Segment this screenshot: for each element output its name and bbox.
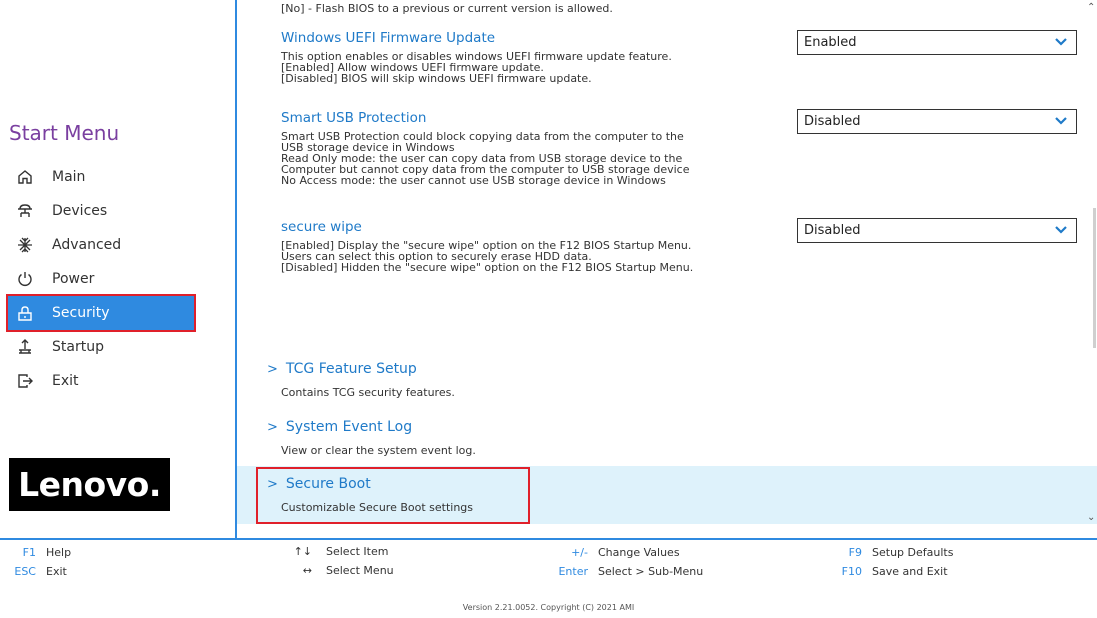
sidebar-item-label: Advanced <box>52 237 122 253</box>
footer-key-help: F1 Help <box>0 546 71 559</box>
devices-icon <box>8 202 42 220</box>
lenovo-logo: Lenovo. <box>9 458 170 511</box>
setting-smart-usb-protection: Smart USB Protection Smart USB Protectio… <box>281 110 689 186</box>
key-desc: Help <box>46 546 72 559</box>
sidebar-item-main[interactable]: Main <box>8 160 194 194</box>
leftright-arrow-icon: ↔ <box>302 564 312 577</box>
version-text: Version 2.21.0052. Copyright (C) 2021 AM… <box>462 603 635 612</box>
key-label: ESC <box>14 565 36 578</box>
key-label: F1 <box>22 546 36 559</box>
secure-boot-highlight-box <box>256 467 530 524</box>
sidebar-item-advanced[interactable]: Advanced <box>8 228 194 262</box>
footer-key-save-exit: F10 Save and Exit <box>810 565 948 578</box>
submenu-title: System Event Log <box>285 419 413 435</box>
submenu-system-event-log[interactable]: > System Event Log View or clear the syst… <box>267 419 476 457</box>
select-value: Disabled <box>804 114 861 129</box>
key-desc: Exit <box>46 565 67 578</box>
key-desc: Select Item <box>326 545 389 558</box>
smart-usb-protection-select[interactable]: Disabled <box>797 109 1077 134</box>
lock-icon <box>8 304 42 322</box>
footer-key-exit: ESC Exit <box>0 565 67 578</box>
setting-title: secure wipe <box>281 219 362 235</box>
sidebar-item-label: Devices <box>52 203 108 219</box>
key-label: F10 <box>841 565 862 578</box>
footer-key-setup-defaults: F9 Setup Defaults <box>810 546 954 559</box>
setting-description: Smart USB Protection could block copying… <box>281 131 689 186</box>
chevron-right-icon: > <box>267 361 278 377</box>
key-desc: Setup Defaults <box>872 546 954 559</box>
select-value: Disabled <box>804 223 861 238</box>
footer-key-change-values: +/- Change Values <box>540 546 680 559</box>
chevron-right-icon: > <box>267 419 278 435</box>
clipped-description: [No] - Flash BIOS to a previous or curre… <box>281 2 613 15</box>
select-value: Enabled <box>804 35 857 50</box>
setting-title: Smart USB Protection <box>281 110 427 126</box>
submenu-title: TCG Feature Setup <box>285 361 417 377</box>
scrollbar-thumb[interactable] <box>1093 208 1096 348</box>
startup-icon <box>8 338 42 356</box>
submenu-description: Contains TCG security features. <box>281 386 455 399</box>
footer-key-select-item: ↑↓ Select Item <box>270 545 389 558</box>
desc-line: [Disabled] BIOS will skip windows UEFI f… <box>281 72 592 85</box>
windows-uefi-update-select[interactable]: Enabled <box>797 30 1077 55</box>
sidebar-item-devices[interactable]: Devices <box>8 194 194 228</box>
setting-description: This option enables or disables windows … <box>281 51 672 84</box>
sidebar-item-security[interactable]: Security <box>6 294 196 332</box>
desc-line: [Disabled] Hidden the "secure wipe" opti… <box>281 261 694 274</box>
footer-key-enter: Enter Select > Sub-Menu <box>540 565 703 578</box>
start-menu-title: Start Menu <box>9 121 120 145</box>
sidebar-item-exit[interactable]: Exit <box>8 364 194 398</box>
chevron-down-icon <box>1055 226 1067 234</box>
key-label: F9 <box>848 546 862 559</box>
desc-line: No Access mode: the user cannot use USB … <box>281 174 666 187</box>
setting-title: Windows UEFI Firmware Update <box>281 30 496 46</box>
home-icon <box>8 168 42 186</box>
footer-keybar: F1 Help ESC Exit ↑↓ Select Item ↔ Select Men… <box>0 540 1097 618</box>
settings-panel: [No] - Flash BIOS to a previous or curre… <box>237 0 1097 530</box>
key-desc: Select Menu <box>326 564 394 577</box>
sidebar-item-power[interactable]: Power <box>8 262 194 296</box>
exit-icon <box>8 372 42 390</box>
setting-description: [Enabled] Display the "secure wipe" opti… <box>281 240 693 273</box>
sidebar-item-label: Exit <box>52 373 79 389</box>
sidebar-item-label: Security <box>52 305 110 321</box>
submenu-description: View or clear the system event log. <box>281 444 476 457</box>
updown-arrow-icon: ↑↓ <box>293 545 312 558</box>
sidebar: Start Menu Main Devices Advanced Power S… <box>0 0 236 540</box>
power-icon <box>8 270 42 288</box>
submenu-tcg-feature-setup[interactable]: > TCG Feature Setup Contains TCG security… <box>267 361 455 399</box>
key-desc: Change Values <box>598 546 680 559</box>
sidebar-item-label: Power <box>52 271 95 287</box>
scroll-down-arrow-icon[interactable]: ⌄ <box>1087 512 1095 523</box>
chevron-down-icon <box>1055 117 1067 125</box>
key-desc: Select > Sub-Menu <box>598 565 704 578</box>
scroll-up-arrow-icon[interactable]: ⌃ <box>1087 2 1095 13</box>
chevron-down-icon <box>1055 38 1067 46</box>
sidebar-item-label: Main <box>52 169 86 185</box>
setting-secure-wipe: secure wipe [Enabled] Display the "secur… <box>281 219 693 273</box>
footer-key-select-menu: ↔ Select Menu <box>270 564 394 577</box>
sidebar-item-label: Startup <box>52 339 104 355</box>
key-desc: Save and Exit <box>872 565 948 578</box>
sidebar-menu: Main Devices Advanced Power Security Sta… <box>6 160 196 398</box>
key-label: Enter <box>558 565 588 578</box>
advanced-icon <box>8 236 42 254</box>
setting-windows-uefi-firmware-update: Windows UEFI Firmware Update This option… <box>281 30 672 84</box>
sidebar-item-startup[interactable]: Startup <box>8 330 194 364</box>
secure-wipe-select[interactable]: Disabled <box>797 218 1077 243</box>
key-label: +/- <box>571 546 588 559</box>
